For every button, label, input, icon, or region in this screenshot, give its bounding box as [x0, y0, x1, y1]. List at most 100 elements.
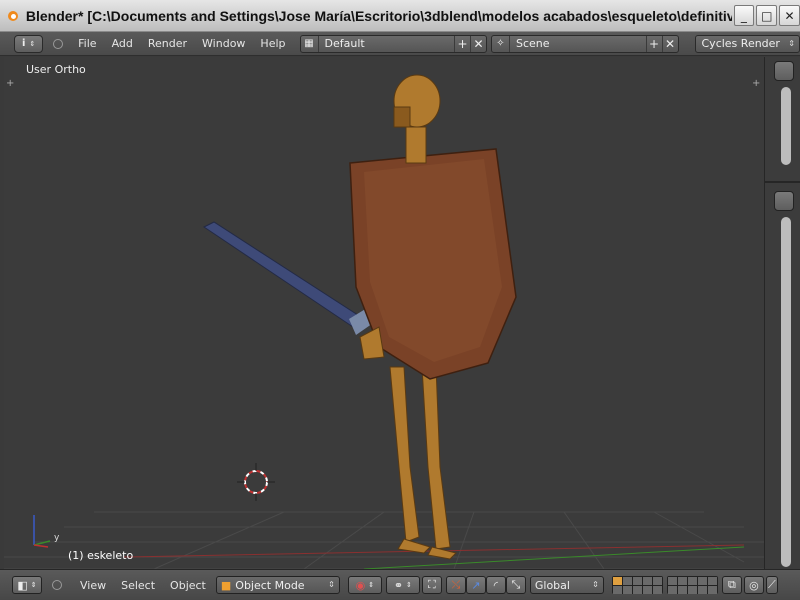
- dropdown-arrows-icon: ⇕: [592, 580, 599, 589]
- manipulator-icon: ⛶: [428, 578, 436, 591]
- shading-icon: ◉: [355, 578, 366, 592]
- snap-icon: ⟋: [768, 578, 776, 591]
- dropdown-arrows-icon: ⇕: [328, 580, 335, 589]
- arrows-icon: ⇕: [29, 39, 36, 48]
- transform-orientation-extra[interactable]: ⤡: [505, 576, 526, 594]
- add-layout-button[interactable]: +: [454, 35, 470, 52]
- rotate-manipulator-button[interactable]: ↗: [465, 576, 486, 594]
- layer-button[interactable]: [622, 577, 632, 585]
- maximize-button[interactable]: □: [756, 5, 778, 26]
- dropdown-arrows-icon: ⇕: [788, 39, 795, 48]
- layer-button[interactable]: [632, 577, 642, 585]
- arrows-icon: ⇕: [406, 581, 412, 589]
- arrows-icon: ⇕: [30, 581, 37, 589]
- menu-add[interactable]: Add: [112, 37, 133, 50]
- info-header: i ⇕ File Add Render Window Help ▦ Defaul…: [0, 32, 800, 56]
- viewport-scene[interactable]: [4, 57, 764, 569]
- proportional-edit-icon: ◎: [749, 578, 759, 592]
- 3d-viewport[interactable]: User Ortho + + y (1) eskeleto: [4, 57, 764, 569]
- outliner-editor-button[interactable]: [774, 61, 794, 81]
- scene-selector[interactable]: ✧ Scene + ✕: [491, 34, 679, 53]
- add-scene-button[interactable]: +: [645, 35, 662, 52]
- collapse-menu-icon-3d[interactable]: [52, 580, 62, 590]
- outliner-scrollbar[interactable]: [781, 87, 791, 165]
- layout-icon: ▦: [301, 35, 319, 52]
- info-icon: i: [22, 38, 26, 49]
- toolshelf-expand-icon[interactable]: +: [6, 79, 16, 89]
- screen-layout-selector[interactable]: ▦ Default + ✕: [299, 34, 487, 53]
- scale-icon: ◜: [493, 578, 498, 592]
- scene-icon: ✧: [492, 35, 510, 52]
- layer-button[interactable]: [667, 586, 677, 594]
- properties-expand-icon[interactable]: +: [752, 79, 762, 89]
- minimize-button[interactable]: _: [733, 5, 755, 26]
- layer-button[interactable]: [652, 586, 662, 594]
- pivot-icon: ⚭: [393, 578, 404, 592]
- view-label: User Ortho: [26, 63, 86, 76]
- menu-object[interactable]: Object: [170, 579, 206, 592]
- interaction-mode-selector[interactable]: ■ Object Mode ⇕: [215, 576, 340, 594]
- layer-button[interactable]: [707, 586, 717, 594]
- scale-manipulator-button[interactable]: ◜: [485, 576, 506, 594]
- remove-scene-button[interactable]: ✕: [661, 35, 678, 52]
- properties-scrollbar[interactable]: [781, 217, 791, 567]
- skeleton-legs: [389, 366, 457, 560]
- layer-button[interactable]: [642, 586, 652, 594]
- active-object-label: (1) eskeleto: [68, 549, 134, 562]
- layer-button[interactable]: [642, 577, 652, 585]
- snap-toggle-button[interactable]: ⟋: [765, 576, 778, 594]
- 3d-view-header: ◧ ⇕ View Select Object ■ Object Mode ⇕ ◉…: [0, 569, 800, 600]
- manipulator-toggle[interactable]: ⛶: [421, 576, 442, 594]
- properties-editor-button[interactable]: [774, 191, 794, 211]
- scale-box-icon: ⤡: [511, 578, 521, 591]
- editor-type-button-3d[interactable]: ◧ ⇕: [12, 576, 42, 594]
- blender-logo-icon: [6, 9, 20, 23]
- layer-buttons-group-2[interactable]: [666, 576, 718, 594]
- arrows-icon: ⇕: [368, 581, 375, 589]
- menu-help[interactable]: Help: [260, 37, 285, 50]
- layer-button[interactable]: [677, 577, 687, 585]
- layer-button[interactable]: [677, 586, 687, 594]
- viewport-shading-button[interactable]: ◉ ⇕: [347, 576, 382, 594]
- layer-buttons-group-1[interactable]: [611, 576, 663, 594]
- sword: [203, 221, 379, 335]
- remove-layout-button[interactable]: ✕: [470, 35, 486, 52]
- object-mode-icon: ■: [220, 578, 232, 592]
- layer-button[interactable]: [612, 586, 622, 594]
- cube-icon: ◧: [17, 578, 28, 592]
- collapse-menu-icon[interactable]: [53, 38, 64, 49]
- layer-button[interactable]: [687, 577, 697, 585]
- transform-orientation-selector[interactable]: Global ⇕: [529, 576, 604, 594]
- lock-scene-icon: ⧉: [727, 578, 736, 591]
- layer-button[interactable]: [652, 577, 662, 585]
- menu-window[interactable]: Window: [202, 37, 245, 50]
- translate-manipulator-button[interactable]: ⤯: [445, 576, 466, 594]
- layout-name: Default: [324, 37, 365, 50]
- layer-button[interactable]: [612, 577, 622, 585]
- menu-select[interactable]: Select: [121, 579, 155, 592]
- window-titlebar: Blender* [C:\Documents and Settings\Jose…: [0, 0, 800, 32]
- region-divider: [765, 181, 800, 183]
- render-engine-selector[interactable]: Cycles Render ⇕: [694, 34, 800, 53]
- layer-button[interactable]: [632, 586, 642, 594]
- menu-view[interactable]: View: [80, 579, 106, 592]
- mode-label: Object Mode: [235, 578, 305, 592]
- layer-button[interactable]: [622, 586, 632, 594]
- editor-type-button[interactable]: i ⇕: [14, 34, 44, 53]
- menu-file[interactable]: File: [78, 37, 96, 50]
- 3d-cursor: [237, 463, 275, 501]
- axis-y-label: y: [54, 533, 60, 543]
- proportional-edit-button[interactable]: ◎: [743, 576, 764, 594]
- layer-button[interactable]: [707, 577, 717, 585]
- layer-button[interactable]: [687, 586, 697, 594]
- rotate-icon: ↗: [471, 578, 481, 592]
- properties-region: [764, 57, 800, 569]
- menu-render[interactable]: Render: [148, 37, 187, 50]
- layer-button[interactable]: [697, 577, 707, 585]
- layer-button[interactable]: [667, 577, 677, 585]
- layer-button[interactable]: [697, 586, 707, 594]
- close-button[interactable]: ✕: [779, 5, 800, 26]
- pivot-point-button[interactable]: ⚭ ⇕: [385, 576, 420, 594]
- orientation-label: Global: [534, 578, 570, 592]
- layer-lock-button[interactable]: ⧉: [721, 576, 742, 594]
